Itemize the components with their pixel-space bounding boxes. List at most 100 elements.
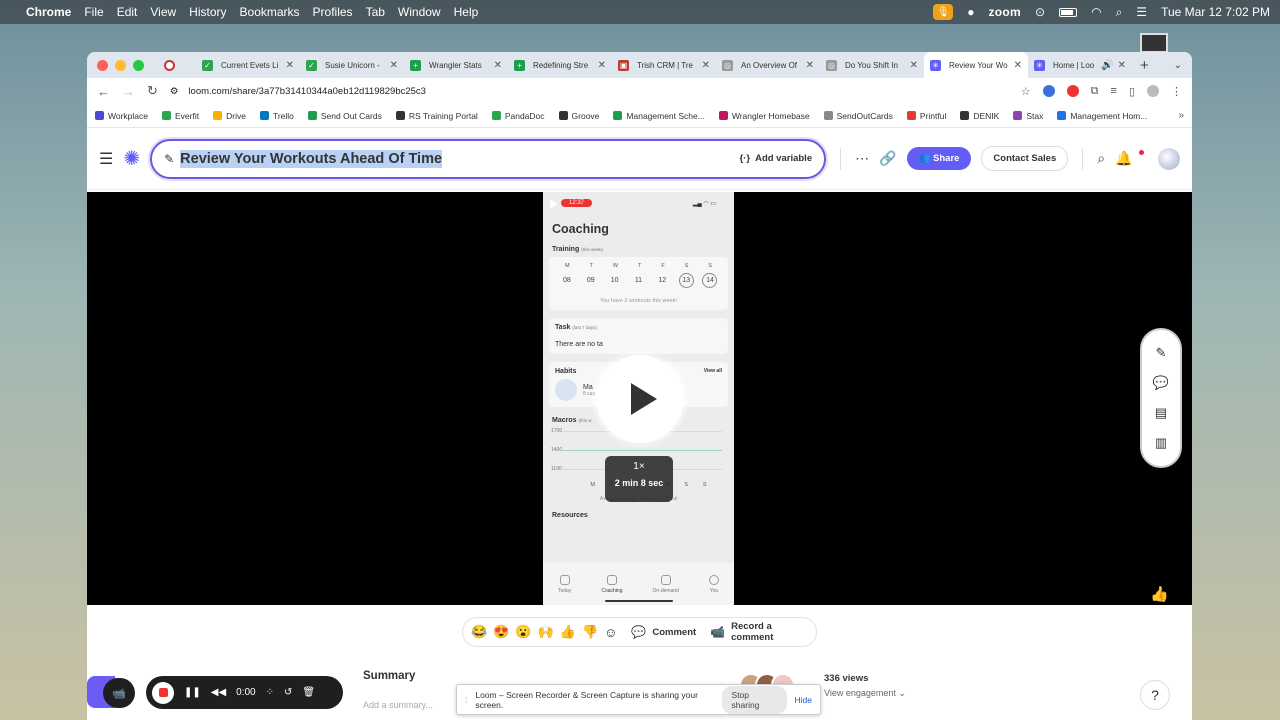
extension-icon[interactable] — [1042, 85, 1055, 97]
url-field[interactable]: ⚙ loom.com/share/3a77b31410344a0eb12d119… — [170, 86, 1009, 97]
menu-window[interactable]: Window — [398, 5, 441, 19]
zoom-menu[interactable]: zoom — [988, 5, 1021, 19]
tab-2[interactable]: + Wrangler Stats ✕ — [404, 52, 508, 78]
bookmark-item[interactable]: Management Hom... — [1057, 111, 1147, 121]
menu-tab[interactable]: Tab — [366, 5, 385, 19]
tab-recording[interactable] — [158, 52, 196, 78]
back-arrow-icon[interactable]: ← — [97, 84, 110, 99]
video-title-input[interactable]: ✎ Review Your Workouts Ahead Of Time {·}… — [150, 138, 827, 179]
chrome-menu-icon[interactable]: ⋮ — [1171, 85, 1182, 98]
comments-icon[interactable]: 💬 — [1153, 375, 1169, 391]
extensions-puzzle-icon[interactable]: ⧉ — [1091, 85, 1099, 98]
emoji-heart-eyes[interactable]: 😍 — [493, 624, 509, 640]
profile-icon[interactable] — [1147, 85, 1159, 97]
bookmark-item[interactable]: SendOutCards — [823, 111, 893, 121]
bookmark-item[interactable]: Everfit — [162, 111, 199, 121]
bookmark-item[interactable]: Trello — [259, 111, 294, 121]
speaker-icon[interactable]: 🔊 — [1101, 60, 1113, 71]
bookmark-item[interactable]: Management Sche... — [613, 111, 705, 121]
close-window-button[interactable] — [97, 59, 108, 71]
transcript-icon[interactable]: ▤ — [1155, 405, 1167, 421]
summary-input[interactable]: Add a summary... — [363, 700, 433, 710]
emoji-laugh[interactable]: 😂 — [471, 624, 487, 640]
menu-app[interactable]: Chrome — [26, 5, 71, 19]
record-comment-button[interactable]: 📹 Record a comment — [710, 621, 808, 643]
menu-history[interactable]: History — [189, 5, 226, 19]
tab-1[interactable]: ✓ Susie Unicorn - ✕ — [300, 52, 404, 78]
menu-file[interactable]: File — [84, 5, 103, 19]
restart-icon[interactable]: ↺ — [284, 687, 292, 698]
tab-6[interactable]: ◎ Do You Shift In ✕ — [820, 52, 924, 78]
tab-4[interactable]: ▣ Trish CRM | Tre ✕ — [612, 52, 716, 78]
playback-info[interactable]: 1× 2 min 8 sec — [605, 456, 673, 502]
tab-search-chevron-icon[interactable]: ⌄ — [1174, 60, 1182, 71]
bookmark-item[interactable]: Send Out Cards — [307, 111, 382, 121]
trash-icon[interactable]: 🗑 — [302, 687, 315, 698]
bookmark-item[interactable]: Printful — [906, 111, 946, 121]
site-info-icon[interactable]: ⚙ — [170, 86, 179, 97]
menubar-clock[interactable]: Tue Mar 12 7:02 PM — [1161, 5, 1270, 19]
video-player[interactable]: 12:37 ▂▄ ◠ ▭ Coaching Training (this wee… — [87, 192, 1192, 605]
emoji-surprised[interactable]: 😮 — [515, 624, 531, 640]
side-panel-icon[interactable]: ▯ — [1129, 85, 1135, 98]
close-tab-icon[interactable]: ✕ — [702, 60, 710, 71]
tab-8[interactable]: ✳ Home | Loo 🔊 ✕ — [1028, 52, 1132, 78]
search-icon[interactable]: ⌕ — [1097, 150, 1105, 167]
emoji-thumbs-up[interactable]: 👍 — [560, 624, 576, 640]
menu-edit[interactable]: Edit — [117, 5, 138, 19]
minimize-window-button[interactable] — [115, 59, 126, 71]
search-icon[interactable]: ⌕ — [1116, 5, 1123, 20]
bookmark-item[interactable]: RS Training Portal — [395, 111, 478, 121]
tab-3[interactable]: + Redefining Stre ✕ — [508, 52, 612, 78]
menu-bookmarks[interactable]: Bookmarks — [240, 5, 300, 19]
bookmark-item[interactable]: PandaDoc — [491, 111, 545, 121]
help-button[interactable]: ? — [1140, 680, 1170, 710]
camera-toggle-button[interactable]: 📹 — [103, 678, 135, 708]
close-tab-icon[interactable]: ✕ — [910, 60, 918, 71]
menu-help[interactable]: Help — [454, 5, 479, 19]
insights-chart-icon[interactable]: ▥ — [1155, 435, 1167, 451]
bookmark-item[interactable]: Drive — [213, 111, 246, 121]
drawing-grid-icon[interactable]: ⁘ — [266, 687, 274, 698]
zoom-video-thumbnail[interactable] — [1140, 33, 1168, 53]
loom-logo-icon[interactable]: ✺ — [123, 146, 140, 171]
add-emoji-icon[interactable]: ☺ — [604, 625, 617, 640]
close-tab-icon[interactable]: ✕ — [1014, 60, 1022, 71]
view-engagement-link[interactable]: View engagement ⌄ — [824, 688, 906, 699]
user-avatar[interactable] — [1157, 147, 1180, 170]
bookmark-item[interactable]: Stax — [1013, 111, 1043, 121]
bookmark-star-icon[interactable]: ☆ — [1021, 85, 1031, 98]
comment-button[interactable]: 💬 Comment — [631, 625, 696, 639]
bell-icon[interactable]: 🔔 — [1115, 150, 1132, 167]
close-tab-icon[interactable]: ✕ — [1118, 60, 1126, 71]
rewind-icon[interactable]: ◀◀ — [211, 687, 226, 698]
control-center-icon[interactable]: ☰ — [1136, 5, 1147, 19]
stop-sharing-button[interactable]: Stop sharing — [721, 685, 787, 714]
bookmark-item[interactable]: Wrangler Homebase — [718, 111, 810, 121]
new-tab-button[interactable]: + — [1140, 57, 1149, 74]
close-tab-icon[interactable]: ✕ — [598, 60, 606, 71]
edit-pencil-icon[interactable]: ✎ — [1156, 345, 1167, 361]
link-icon[interactable]: 🔗 — [879, 150, 896, 167]
forward-arrow-icon[interactable]: → — [122, 84, 135, 99]
hamburger-menu-icon[interactable]: ☰ — [99, 149, 113, 169]
tab-5[interactable]: ◎ An Overview Of ✕ — [716, 52, 820, 78]
extension-icon[interactable] — [1066, 85, 1079, 97]
more-bookmarks-icon[interactable]: » — [1178, 110, 1184, 121]
reload-icon[interactable]: ↻ — [147, 83, 158, 99]
playback-speed[interactable]: 1× — [605, 461, 673, 472]
more-options-icon[interactable]: ⋯ — [855, 150, 869, 167]
microphone-icon[interactable]: 🎙 — [933, 4, 954, 20]
bookmark-item[interactable]: Workplace — [95, 111, 148, 121]
maximize-window-button[interactable] — [133, 59, 144, 71]
menu-profiles[interactable]: Profiles — [313, 5, 353, 19]
battery-icon[interactable] — [1059, 7, 1078, 17]
hide-banner-link[interactable]: Hide — [795, 695, 812, 705]
close-tab-icon[interactable]: ✕ — [390, 60, 398, 71]
close-tab-icon[interactable]: ✕ — [286, 60, 294, 71]
close-tab-icon[interactable]: ✕ — [494, 60, 502, 71]
play-button[interactable] — [596, 355, 684, 443]
play-circle-icon[interactable]: ⊙ — [1035, 5, 1045, 19]
menu-view[interactable]: View — [150, 5, 176, 19]
contact-sales-button[interactable]: Contact Sales — [981, 146, 1069, 171]
